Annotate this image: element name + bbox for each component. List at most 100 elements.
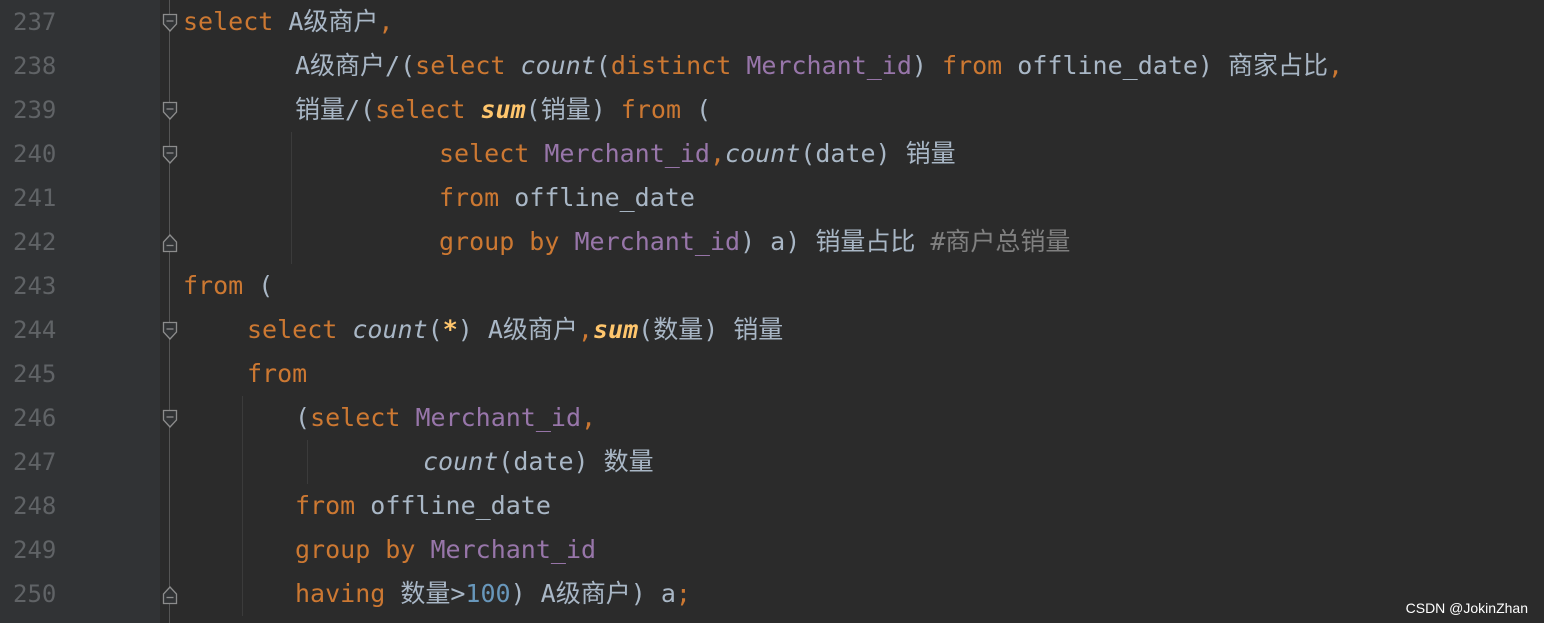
code-token: select — [247, 315, 338, 344]
code-line[interactable]: 243 from ( — [0, 264, 1544, 308]
watermark: CSDN @JokinZhan — [1405, 600, 1528, 616]
code-token: , — [581, 403, 597, 432]
code-line[interactable]: 238 A级商户/(select count(distinct Merchant_… — [0, 44, 1544, 88]
code-text[interactable]: from offline_date — [295, 484, 551, 528]
code-token: offline_date — [499, 183, 695, 212]
code-token: select — [183, 7, 274, 36]
code-text[interactable]: count(date) 数量 — [423, 440, 654, 484]
fold-end-icon[interactable] — [162, 585, 178, 605]
code-token: 100 — [465, 579, 511, 608]
code-token: (数量) 销量 — [638, 315, 784, 344]
code-token: group by — [295, 535, 416, 564]
code-text[interactable]: group by Merchant_id) a) 销量占比 #商户总销量 — [439, 220, 1070, 264]
code-text[interactable]: select A级商户, — [183, 0, 393, 44]
code-token: select — [415, 51, 506, 80]
fold-end-icon[interactable] — [162, 233, 178, 253]
code-token: Merchant_id — [430, 535, 597, 564]
code-line[interactable]: 249 group by Merchant_id — [0, 528, 1544, 572]
code-token: distinct — [610, 51, 732, 80]
line-number: 247 — [13, 448, 57, 476]
code-text[interactable]: from — [247, 352, 307, 396]
line-number: 244 — [13, 316, 57, 344]
code-token: from — [247, 359, 308, 388]
code-line[interactable]: 239 销量/(select sum(销量) from ( — [0, 88, 1544, 132]
fold-collapse-icon[interactable] — [162, 101, 178, 121]
code-text[interactable]: select count(*) A级商户,sum(数量) 销量 — [247, 308, 783, 352]
line-number: 241 — [13, 184, 57, 212]
code-token: ( — [595, 51, 611, 80]
fold-collapse-icon[interactable] — [162, 13, 178, 33]
code-token: Merchant_id — [746, 51, 912, 80]
code-token: ) — [911, 51, 943, 80]
code-token: Merchant_id — [415, 403, 582, 432]
code-token: ( — [295, 403, 311, 432]
code-text[interactable]: having 数量>100) A级商户) a; — [295, 572, 691, 616]
code-line[interactable]: 241 from offline_date — [0, 176, 1544, 220]
line-number: 242 — [13, 228, 57, 256]
code-token: having — [295, 579, 386, 608]
code-token: 销量/( — [295, 95, 376, 124]
code-line[interactable]: 247 count(date) 数量 — [0, 440, 1544, 484]
code-token: , — [709, 139, 726, 168]
code-token: Merchant_id — [574, 227, 741, 256]
line-number: 237 — [13, 8, 57, 36]
code-token: select — [375, 95, 466, 124]
code-line[interactable]: 246 (select Merchant_id, — [0, 396, 1544, 440]
code-text[interactable]: A级商户/(select count(distinct Merchant_id)… — [295, 44, 1343, 88]
code-editor[interactable]: 237 select A级商户, 238 A级商户/(select count(dis… — [0, 0, 1544, 623]
code-token: ( — [243, 271, 274, 300]
code-token: count — [352, 315, 428, 344]
code-token: offline_date — [355, 491, 551, 520]
line-number: 246 — [13, 404, 57, 432]
code-token: (销量) — [525, 95, 621, 124]
code-text[interactable]: (select Merchant_id, — [295, 396, 596, 440]
code-text[interactable]: from offline_date — [439, 176, 695, 220]
code-line[interactable]: 237 select A级商户, — [0, 0, 1544, 44]
code-line[interactable]: 250 having 数量>100) A级商户) a; — [0, 572, 1544, 616]
code-text[interactable]: 销量/(select sum(销量) from ( — [295, 88, 711, 132]
code-text[interactable]: select Merchant_id,count(date) 销量 — [439, 132, 956, 176]
code-token: A级商户 — [273, 7, 379, 36]
code-line[interactable]: 242 group by Merchant_id) a) 销量占比 #商户总销量 — [0, 220, 1544, 264]
fold-collapse-icon[interactable] — [162, 409, 178, 429]
line-number: 249 — [13, 536, 57, 564]
code-token: A级商户/( — [295, 51, 416, 80]
code-text[interactable]: group by Merchant_id — [295, 528, 596, 572]
code-token: #商户总销量 — [930, 227, 1071, 256]
code-token: , — [1328, 51, 1344, 80]
line-number: 240 — [13, 140, 57, 168]
fold-collapse-icon[interactable] — [162, 321, 178, 341]
code-token: offline_date) 商家占比 — [1002, 51, 1329, 80]
code-line[interactable]: 248 from offline_date — [0, 484, 1544, 528]
code-line[interactable]: 245 from — [0, 352, 1544, 396]
code-token: ) a) 销量占比 — [740, 227, 931, 256]
code-token: group by — [439, 227, 560, 256]
code-token: count — [520, 51, 596, 80]
code-line[interactable]: 244 select count(*) A级商户,sum(数量) 销量 — [0, 308, 1544, 352]
code-token: count — [725, 139, 801, 168]
code-line[interactable]: 240 select Merchant_id,count(date) 销量 — [0, 132, 1544, 176]
fold-collapse-icon[interactable] — [162, 145, 178, 165]
line-number: 239 — [13, 96, 57, 124]
code-token: (date) 销量 — [800, 139, 956, 168]
code-token: ; — [675, 579, 691, 608]
code-text[interactable]: from ( — [183, 264, 273, 308]
code-token: select — [439, 139, 530, 168]
code-token: 数量> — [385, 579, 466, 608]
code-token: * — [442, 315, 458, 344]
code-token: sum — [592, 315, 639, 344]
code-token: from — [295, 491, 356, 520]
code-token: select — [310, 403, 401, 432]
code-token: Merchant_id — [544, 139, 710, 168]
code-token: , — [378, 7, 394, 36]
code-token: ( — [681, 95, 712, 124]
code-token: , — [577, 315, 593, 344]
line-number: 238 — [13, 52, 57, 80]
